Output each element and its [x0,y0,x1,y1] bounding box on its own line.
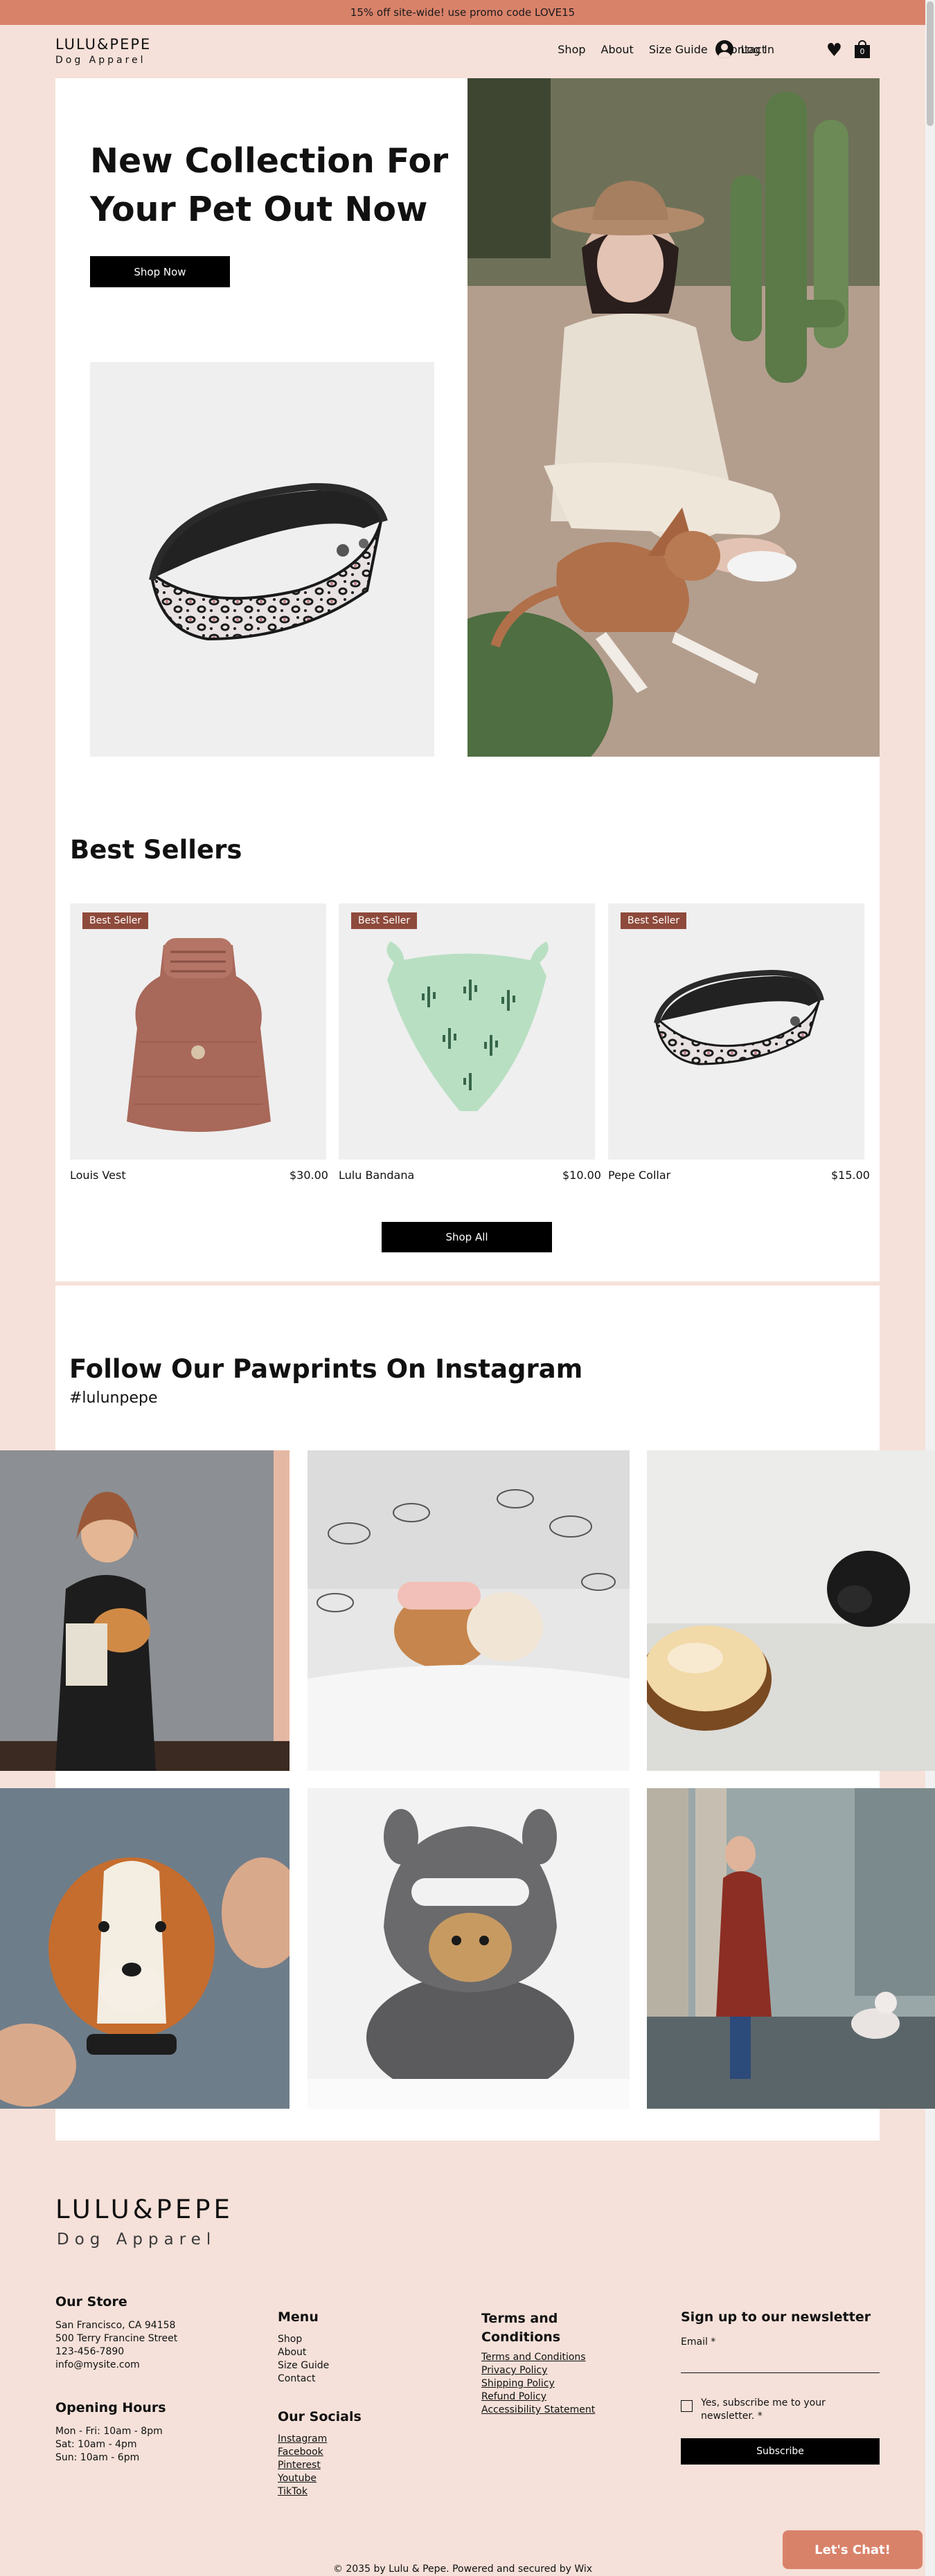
shop-now-button[interactable]: Shop Now [90,256,230,287]
social-links: Instagram Facebook Pinterest Youtube Tik… [278,2433,327,2498]
newsletter-heading: Sign up to our newsletter [681,2309,871,2325]
store-city: San Francisco, CA 94158 [55,2320,176,2331]
nav-item-shop[interactable]: Shop [558,43,585,56]
instagram-photo-6[interactable] [647,1788,935,2109]
desert-portrait-illustration [467,78,880,757]
site-logo[interactable]: LULU&PEPE Dog Apparel [55,36,151,66]
footer-logo-name: LULU&PEPE [55,2195,233,2224]
hours-weekday: Mon - Fri: 10am - 8pm [55,2426,163,2437]
cart-count: 0 [855,45,870,58]
footer-menu-shop[interactable]: Shop [278,2333,329,2346]
user-avatar-icon [715,40,734,58]
social-link-facebook[interactable]: Facebook [278,2446,327,2459]
product-card-lulu-bandana[interactable]: Best Seller [339,903,595,1160]
product-price-lulu-bandana: $10.00 [562,1169,601,1182]
instagram-photo-5[interactable] [308,1788,630,2109]
store-info: San Francisco, CA 94158 500 Terry Franci… [55,2319,177,2372]
hero-collar-image [90,362,434,757]
best-seller-badge: Best Seller [621,912,687,929]
nav-item-about[interactable]: About [601,43,634,56]
terms-heading: Terms and Conditions [481,2311,561,2345]
promo-banner: 15% off site-wide! use promo code LOVE15 [0,0,925,25]
opening-hours: Mon - Fri: 10am - 8pm Sat: 10am - 4pm Su… [55,2425,163,2465]
footer-menu-size-guide[interactable]: Size Guide [278,2359,329,2372]
product-name-lulu-bandana[interactable]: Lulu Bandana [339,1169,414,1182]
instagram-photo-2[interactable] [308,1450,630,1771]
best-seller-badge: Best Seller [351,912,418,929]
hero-title: New Collection For Your Pet Out Now [90,141,449,229]
knit-vest-illustration [127,938,271,1132]
logo-tagline: Dog Apparel [55,55,146,66]
woman-holding-dog-photo [0,1450,290,1771]
instagram-hashtag: #lulunpepe [69,1389,158,1407]
social-link-instagram[interactable]: Instagram [278,2433,327,2446]
promo-text: 15% off site-wide! use promo code LOVE15 [350,6,576,19]
store-street: 500 Terry Francine Street [55,2333,178,2344]
hours-sunday: Sun: 10am - 6pm [55,2452,140,2463]
menu-heading: Menu [278,2309,319,2325]
smiling-dog-photo [0,1788,290,2109]
product-card-pepe-collar[interactable]: Best Seller [608,903,864,1160]
hero-photo-woman-with-dog [467,78,880,757]
instagram-photo-1[interactable] [0,1450,290,1771]
newsletter-email-input[interactable] [681,2352,880,2373]
heart-icon[interactable]: ♥ [826,42,842,60]
accessibility-statement-link[interactable]: Accessibility Statement [481,2404,595,2417]
product-price-louis-vest: $30.00 [290,1169,328,1182]
hours-saturday: Sat: 10am - 4pm [55,2439,137,2450]
cactus-bandana-illustration [386,942,549,1111]
footer-menu: Shop About Size Guide Contact [278,2333,329,2386]
privacy-policy-link[interactable]: Privacy Policy [481,2364,595,2377]
site-header: LULU&PEPE Dog Apparel Shop About Size Gu… [55,25,870,78]
product-price-pepe-collar: $15.00 [831,1169,870,1182]
newsletter-checkbox[interactable] [681,2400,693,2412]
dog-in-totoro-costume-photo [308,1788,630,2109]
shipping-policy-link[interactable]: Shipping Policy [481,2377,595,2390]
page-scrollbar[interactable] [925,0,935,2576]
store-email: info@mysite.com [55,2359,140,2370]
footer-logo-tagline: Dog Apparel [57,2231,217,2249]
footer-menu-contact[interactable]: Contact [278,2372,329,2386]
store-heading: Our Store [55,2294,127,2309]
woman-with-dog-street-photo [647,1788,935,2109]
dogs-in-bed-photo [308,1450,630,1771]
leopard-collar-illustration [654,969,824,1065]
social-link-youtube[interactable]: Youtube [278,2472,327,2485]
social-link-pinterest[interactable]: Pinterest [278,2459,327,2472]
scrollbar-thumb[interactable] [927,1,934,126]
terms-link[interactable]: Terms and Conditions [481,2351,595,2364]
hours-heading: Opening Hours [55,2400,166,2415]
footer-menu-about[interactable]: About [278,2346,329,2359]
lets-chat-button[interactable]: Let's Chat! [783,2530,923,2569]
shop-all-button[interactable]: Shop All [382,1222,552,1252]
social-link-tiktok[interactable]: TikTok [278,2485,327,2498]
email-label: Email * [681,2336,716,2348]
instagram-title: Follow Our Pawprints On Instagram [69,1354,583,1384]
newsletter-checkbox-label: Yes, subscribe me to your newsletter. * [701,2397,826,2422]
leopard-collar-illustration [149,483,388,641]
instagram-photo-4[interactable] [0,1788,290,2109]
refund-policy-link[interactable]: Refund Policy [481,2390,595,2404]
nav-item-size-guide[interactable]: Size Guide [649,43,708,56]
shopping-bag-icon[interactable]: 0 [855,40,870,58]
product-name-louis-vest[interactable]: Louis Vest [70,1169,126,1182]
dog-and-pie-photo [647,1450,935,1771]
product-card-louis-vest[interactable]: Best Seller [70,903,326,1160]
login-label: Log In [740,42,774,56]
instagram-photo-3[interactable] [647,1450,935,1771]
subscribe-button[interactable]: Subscribe [681,2438,880,2465]
policy-links: Terms and Conditions Privacy Policy Ship… [481,2351,595,2417]
logo-name: LULU&PEPE [55,36,152,53]
best-seller-badge: Best Seller [82,912,149,929]
product-name-pepe-collar[interactable]: Pepe Collar [608,1169,670,1182]
best-sellers-title: Best Sellers [70,835,242,865]
socials-heading: Our Socials [278,2409,362,2424]
login-button[interactable]: Log In [715,40,774,58]
store-phone: 123-456-7890 [55,2346,125,2357]
